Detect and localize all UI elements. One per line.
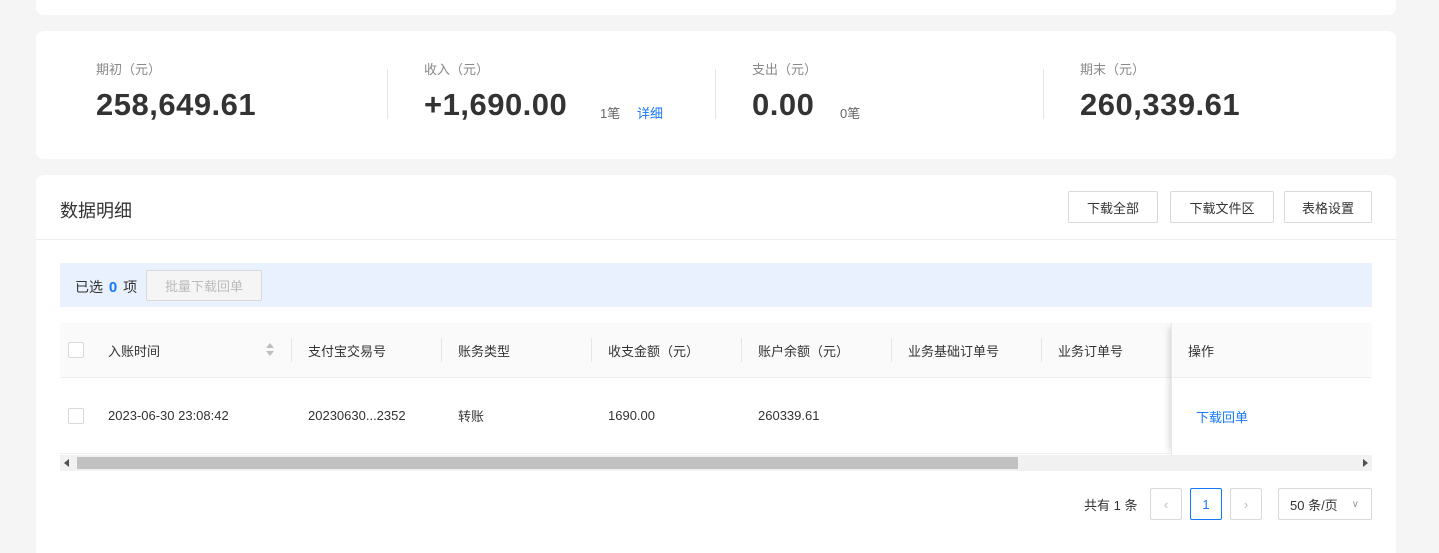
closing-value: 260,339.61 [1080,87,1241,122]
selection-prefix: 已选 [75,279,103,295]
data-table: 入账时间 支付宝交易号 账务类型 收支金额（元） 账户余额（元） 业务基础订单号… [60,323,1372,455]
page-size-select[interactable]: 50 条/页 ∨ [1278,488,1372,520]
data-detail-card: 数据明细 下载全部 下载文件区 表格设置 已选 0 项 批量下载回单 入账时间 … [36,175,1396,553]
table-settings-button[interactable]: 表格设置 [1284,191,1372,223]
summary-divider [1043,69,1044,119]
col-header-type: 账务类型 [458,343,511,359]
col-header-action: 操作 [1188,343,1215,359]
pagination-total: 共有 1 条 [1084,498,1138,513]
col-header-amount: 收支金额（元） [608,343,700,359]
summary-card: 期初（元） 258,649.61 收入（元） +1,690.00 1笔 详细 支… [36,31,1396,159]
scroll-left-icon[interactable] [64,459,69,467]
income-summary: 收入（元） +1,690.00 1笔 详细 [424,31,724,159]
col-header-base-order: 业务基础订单号 [908,343,1000,359]
scroll-thumb[interactable] [77,457,1018,469]
row-checkbox[interactable] [68,408,84,424]
cell-balance: 260339.61 [758,408,820,423]
page-size-value: 50 条/页 [1290,497,1338,513]
fixed-action-column: 操作 下载回单 [1171,323,1372,455]
sort-icon[interactable] [265,343,275,359]
expense-value: 0.00 [752,87,815,122]
selection-count: 0 [108,279,118,296]
header-divider [36,239,1396,240]
horizontal-scrollbar[interactable] [60,455,1372,471]
income-value: +1,690.00 [424,87,568,122]
selection-bar: 已选 0 项 批量下载回单 [60,263,1372,307]
selection-suffix: 项 [123,279,138,295]
income-label: 收入（元） [424,62,490,77]
column-separator [741,338,742,362]
income-count: 1笔 [600,106,621,121]
download-area-button[interactable]: 下载文件区 [1170,191,1274,223]
chevron-right-icon: › [1243,496,1249,512]
expense-summary: 支出（元） 0.00 0笔 [752,31,1052,159]
summary-divider [387,69,388,119]
opening-value: 258,649.61 [96,87,257,122]
closing-label: 期末（元） [1080,62,1146,77]
batch-download-button[interactable]: 批量下载回单 [146,270,262,301]
chevron-down-icon: ∨ [1351,499,1359,510]
col-header-balance: 账户余额（元） [758,343,850,359]
col-header-trade-no: 支付宝交易号 [308,343,387,359]
column-separator [1041,338,1042,362]
select-all-checkbox[interactable] [68,342,84,358]
cell-trade-no: 20230630...2352 [308,408,406,423]
column-separator [291,338,292,362]
cell-time: 2023-06-30 23:08:42 [108,408,229,423]
download-all-button[interactable]: 下载全部 [1068,191,1158,223]
expense-count: 0笔 [840,106,861,121]
expense-label: 支出（元） [752,62,818,77]
col-header-order: 业务订单号 [1058,343,1124,359]
pagination: 共有 1 条 ‹ 1 › 50 条/页 ∨ [36,488,1372,520]
opening-label: 期初（元） [96,62,162,77]
prev-page-button[interactable]: ‹ [1150,488,1182,520]
chevron-left-icon: ‹ [1163,496,1169,512]
income-detail-link[interactable]: 详细 [637,103,663,122]
next-page-button[interactable]: › [1230,488,1262,520]
column-separator [441,338,442,362]
scroll-right-icon[interactable] [1363,459,1368,467]
column-separator [891,338,892,362]
selection-text: 已选 0 项 [75,277,137,297]
summary-divider [715,69,716,119]
top-card [36,0,1396,15]
action-cell: 下载回单 [1172,378,1372,454]
download-receipt-link[interactable]: 下载回单 [1196,378,1248,454]
column-separator [591,338,592,362]
cell-amount: 1690.00 [608,408,655,423]
action-header-cell: 操作 [1172,323,1372,378]
page-number-button[interactable]: 1 [1190,488,1222,520]
col-header-time[interactable]: 入账时间 [108,323,160,377]
detail-title: 数据明细 [60,201,132,221]
cell-type: 转账 [458,409,485,424]
